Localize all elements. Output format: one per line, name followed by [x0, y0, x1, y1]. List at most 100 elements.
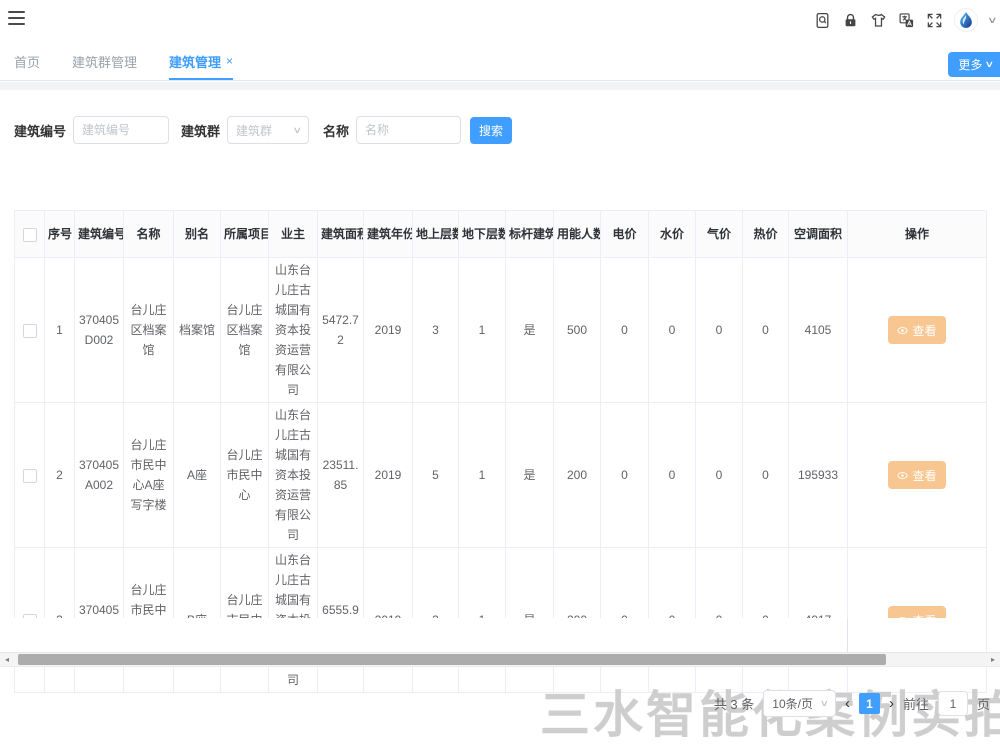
- table-header-row: 序号 建筑编号 名称 别名 所属项目 业主 建筑面积 建筑年份 地上层数 地下层…: [15, 211, 987, 258]
- cell: 台儿庄市民中心A座写字楼: [124, 403, 174, 548]
- row-checkbox[interactable]: [23, 324, 37, 338]
- select-all-cell: [15, 211, 45, 258]
- cell: 山东台儿庄古城国有资本投资运营有限公司: [269, 403, 318, 548]
- col-header: 地下层数: [459, 211, 506, 258]
- horizontal-scrollbar[interactable]: ◂ ▸: [0, 652, 1000, 667]
- cell: 1: [45, 258, 75, 403]
- chevron-down-icon: ∨: [985, 59, 995, 70]
- scroll-left-icon[interactable]: ◂: [0, 653, 14, 666]
- page-size-value: 10条/页: [772, 695, 813, 712]
- cell: 台儿庄区档案馆: [221, 258, 269, 403]
- cell: 195933: [789, 403, 848, 548]
- col-header: 所属项目: [221, 211, 269, 258]
- cell: 370405D002: [75, 258, 124, 403]
- menu-icon[interactable]: [8, 11, 25, 25]
- col-header: 空调面积: [789, 211, 848, 258]
- checkbox-cell: [15, 258, 45, 403]
- lock-icon[interactable]: [842, 12, 859, 29]
- cell: 0: [743, 258, 789, 403]
- cell: 山东台儿庄古城国有资本投资运营有限公司: [269, 258, 318, 403]
- col-header: 用能人数: [554, 211, 601, 258]
- fullscreen-icon[interactable]: [926, 12, 943, 29]
- table-footer-space: [14, 618, 986, 652]
- building-group-label: 建筑群: [181, 121, 220, 140]
- tab-building-mgmt[interactable]: 建筑管理 ×: [169, 44, 233, 80]
- top-bar: ∨: [0, 0, 1000, 44]
- table-row: 1 370405D002 台儿庄区档案馆 档案馆 台儿庄区档案馆 山东台儿庄古城…: [15, 258, 987, 403]
- cell: 0: [601, 403, 649, 548]
- view-button[interactable]: 查看: [888, 461, 945, 489]
- actions-cell: 查看: [848, 258, 987, 403]
- theme-shirt-icon[interactable]: [870, 12, 887, 29]
- cell: 0: [696, 258, 743, 403]
- tab-label: 首页: [14, 52, 40, 71]
- select-all-checkbox[interactable]: [23, 228, 37, 242]
- tab-building-group-mgmt[interactable]: 建筑群管理: [72, 44, 137, 80]
- language-icon[interactable]: [898, 12, 915, 29]
- col-header: 水价: [649, 211, 696, 258]
- scroll-right-icon[interactable]: ▸: [986, 653, 1000, 666]
- building-group-select[interactable]: 建筑群 ∨: [227, 116, 309, 144]
- cell: 370405A002: [75, 403, 124, 548]
- chevron-down-icon: ∨: [820, 698, 830, 709]
- background-strip: [0, 82, 1000, 90]
- scrollbar-thumb[interactable]: [18, 654, 886, 665]
- app-logo[interactable]: [954, 8, 978, 32]
- cell: 台儿庄区档案馆: [124, 258, 174, 403]
- page-size-select[interactable]: 10条/页 ∨: [763, 690, 836, 717]
- more-button[interactable]: 更多 ∨: [948, 52, 1000, 77]
- cell: 3: [413, 258, 459, 403]
- document-search-icon[interactable]: [814, 12, 831, 29]
- building-group-select-placeholder: 建筑群: [236, 122, 272, 139]
- col-header: 地上层数: [413, 211, 459, 258]
- col-header-actions: 操作: [848, 211, 987, 258]
- cell: 500: [554, 258, 601, 403]
- cell: 档案馆: [174, 258, 221, 403]
- col-header: 建筑面积: [318, 211, 364, 258]
- col-header: 序号: [45, 211, 75, 258]
- col-header: 热价: [743, 211, 789, 258]
- cell: 2: [45, 403, 75, 548]
- cell: 0: [696, 403, 743, 548]
- col-header: 建筑编号: [75, 211, 124, 258]
- search-form: 建筑编号 建筑群 建筑群 ∨ 名称 搜索: [14, 116, 512, 144]
- view-button[interactable]: 查看: [888, 316, 945, 344]
- search-button[interactable]: 搜索: [470, 117, 512, 144]
- eye-icon: [897, 470, 908, 481]
- cell: 1: [459, 258, 506, 403]
- cell: 4105: [789, 258, 848, 403]
- user-menu-chevron-icon[interactable]: ∨: [987, 15, 998, 26]
- goto-page-input[interactable]: [938, 691, 968, 716]
- col-header: 名称: [124, 211, 174, 258]
- cell: 2019: [364, 403, 413, 548]
- col-header: 建筑年份: [364, 211, 413, 258]
- col-header: 标杆建筑: [506, 211, 554, 258]
- page-number-current[interactable]: 1: [859, 693, 880, 714]
- tab-home[interactable]: 首页: [14, 44, 40, 80]
- prev-page-icon[interactable]: ‹: [845, 696, 850, 711]
- building-code-label: 建筑编号: [14, 121, 66, 140]
- next-page-icon[interactable]: ›: [889, 696, 894, 711]
- cell: 0: [649, 258, 696, 403]
- tab-label: 建筑群管理: [72, 52, 137, 71]
- topbar-icon-group: ∨: [814, 5, 996, 35]
- tab-label: 建筑管理: [169, 52, 221, 71]
- building-code-input[interactable]: [73, 116, 169, 144]
- name-input[interactable]: [356, 116, 461, 144]
- goto-label: 前往: [903, 694, 929, 713]
- page-unit-label: 页: [977, 694, 990, 713]
- eye-icon: [897, 325, 908, 336]
- view-button-label: 查看: [912, 322, 936, 339]
- cell: 0: [649, 403, 696, 548]
- more-button-label: 更多: [958, 56, 982, 73]
- tab-close-icon[interactable]: ×: [226, 54, 233, 68]
- cell: 是: [506, 258, 554, 403]
- chevron-down-icon: ∨: [293, 125, 303, 136]
- view-button-label: 查看: [912, 467, 936, 484]
- cell: 1: [459, 403, 506, 548]
- table-row: 2 370405A002 台儿庄市民中心A座写字楼 A座 台儿庄市民中心 山东台…: [15, 403, 987, 548]
- actions-cell: 查看: [848, 403, 987, 548]
- cell: 200: [554, 403, 601, 548]
- pagination: 共 3 条 10条/页 ∨ ‹ 1 › 前往 页: [714, 690, 990, 717]
- row-checkbox[interactable]: [23, 469, 37, 483]
